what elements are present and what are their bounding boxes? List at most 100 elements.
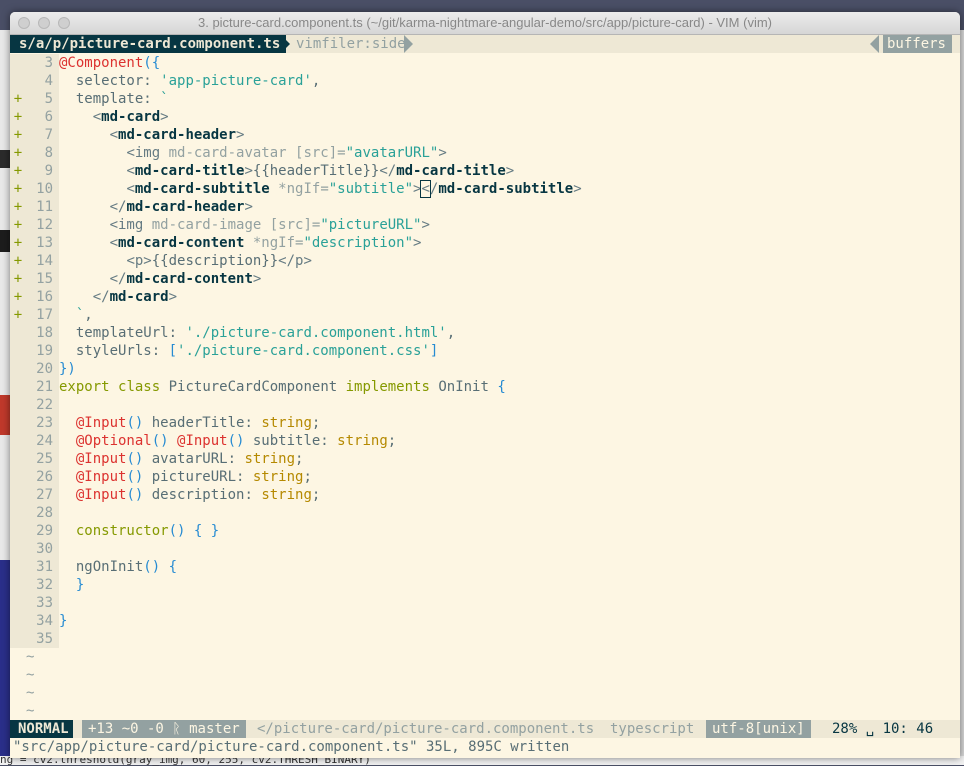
code-text[interactable]: <md-card>	[59, 108, 169, 126]
code-text[interactable]: </md-card-header>	[59, 198, 253, 216]
line-number: 34	[36, 613, 53, 629]
powerline-separator	[870, 35, 879, 53]
line-number: 27	[36, 487, 53, 503]
git-sign: +	[13, 307, 23, 323]
code-text[interactable]: selector: 'app-picture-card',	[59, 72, 320, 90]
code-text[interactable]: styleUrls: ['./picture-card.component.cs…	[59, 342, 438, 360]
line-number: 7	[44, 127, 53, 143]
code-line[interactable]: +9 <md-card-title>{{headerTitle}}</md-ca…	[10, 162, 960, 180]
code-line[interactable]: 3 @Component({	[10, 54, 960, 72]
git-sign: +	[13, 271, 23, 287]
git-sign: +	[13, 253, 23, 269]
code-line[interactable]: 4 selector: 'app-picture-card',	[10, 72, 960, 90]
line-number: 12	[36, 217, 53, 233]
line-number: 28	[36, 505, 53, 521]
code-line[interactable]: 21 export class PictureCardComponent impl…	[10, 378, 960, 396]
code-line[interactable]: +11 </md-card-header>	[10, 198, 960, 216]
code-text[interactable]: <p>{{description}}</p>	[59, 252, 311, 270]
code-line[interactable]: +5 template: `	[10, 90, 960, 108]
close-window-button[interactable]	[18, 17, 30, 29]
git-sign: +	[13, 181, 23, 197]
desktop-fragment	[0, 395, 10, 435]
code-text[interactable]: <img md-card-avatar [src]="avatarURL">	[59, 144, 446, 162]
code-text[interactable]: template: `	[59, 90, 169, 108]
code-line[interactable]: +16 </md-card>	[10, 288, 960, 306]
code-line[interactable]: 23 @Input() headerTitle: string;	[10, 414, 960, 432]
code-line[interactable]: 32 }	[10, 576, 960, 594]
code-line[interactable]: 25 @Input() avatarURL: string;	[10, 450, 960, 468]
code-line[interactable]: +6 <md-card>	[10, 108, 960, 126]
code-text[interactable]: `,	[59, 306, 93, 324]
git-sign: +	[13, 217, 23, 233]
code-editor[interactable]: 3 @Component({4 selector: 'app-picture-ca…	[10, 54, 960, 720]
code-text[interactable]: <md-card-subtitle *ngIf="subtitle"></md-…	[59, 180, 582, 198]
title-bar[interactable]: 3. picture-card.component.ts (~/git/karm…	[10, 12, 960, 35]
code-line[interactable]: 18 templateUrl: './picture-card.componen…	[10, 324, 960, 342]
git-sign: +	[13, 163, 23, 179]
line-number: 22	[36, 397, 53, 413]
code-line[interactable]: 26 @Input() pictureURL: string;	[10, 468, 960, 486]
code-text[interactable]: templateUrl: './picture-card.component.h…	[59, 324, 455, 342]
code-text[interactable]: }	[59, 612, 67, 630]
code-text[interactable]: <md-card-content *ngIf="description">	[59, 234, 422, 252]
zoom-window-button[interactable]	[58, 17, 70, 29]
line-number: 29	[36, 523, 53, 539]
line-number: 6	[44, 109, 53, 125]
code-text[interactable]: @Input() avatarURL: string;	[59, 450, 304, 468]
code-text[interactable]: </md-card>	[59, 288, 177, 306]
code-text[interactable]: @Optional() @Input() subtitle: string;	[59, 432, 396, 450]
code-line[interactable]: 20})	[10, 360, 960, 378]
code-line[interactable]: 33	[10, 594, 960, 612]
code-text[interactable]: <img md-card-image [src]="pictureURL">	[59, 216, 430, 234]
tab-active-file[interactable]: s/a/p/picture-card.component.ts	[10, 35, 287, 53]
line-number: 8	[44, 145, 53, 161]
code-text[interactable]: @Component({	[59, 54, 160, 72]
code-text[interactable]: @Input() description: string;	[59, 486, 320, 504]
code-line[interactable]: +12 <img md-card-image [src]="pictureURL…	[10, 216, 960, 234]
cursor-position: 28% ␣ 10: 46	[826, 720, 944, 738]
code-line[interactable]: 28	[10, 504, 960, 522]
code-text[interactable]: }	[59, 576, 84, 594]
code-line[interactable]: 27 @Input() description: string;	[10, 486, 960, 504]
code-text[interactable]: ngOnInit() {	[59, 558, 177, 576]
empty-buffer-line: ~	[26, 703, 35, 719]
code-line[interactable]: +17 `,	[10, 306, 960, 324]
git-sign: +	[13, 91, 23, 107]
code-line[interactable]: 19 styleUrls: ['./picture-card.component…	[10, 342, 960, 360]
line-number: 18	[36, 325, 53, 341]
code-line[interactable]: 29 constructor() { }	[10, 522, 960, 540]
tab-buffers[interactable]: buffers	[882, 35, 952, 53]
code-text[interactable]: @Input() headerTitle: string;	[59, 414, 320, 432]
vim-statusline: NORMAL +13 ~0 -0 ᚱ master </picture-card…	[10, 720, 960, 738]
code-line[interactable]: +8 <img md-card-avatar [src]="avatarURL"…	[10, 144, 960, 162]
code-line[interactable]: +14 <p>{{description}}</p>	[10, 252, 960, 270]
code-text[interactable]: constructor() { }	[59, 522, 219, 540]
command-line[interactable]: "src/app/picture-card/picture-card.compo…	[10, 738, 960, 758]
code-line[interactable]: 24 @Optional() @Input() subtitle: string…	[10, 432, 960, 450]
code-text[interactable]: </md-card-content>	[59, 270, 262, 288]
line-number: 5	[44, 91, 53, 107]
code-line[interactable]: 35	[10, 630, 960, 648]
code-text[interactable]: <md-card-header>	[59, 126, 245, 144]
line-number: 17	[36, 307, 53, 323]
line-number: 31	[36, 559, 53, 575]
code-line[interactable]: 31 ngOnInit() {	[10, 558, 960, 576]
line-number: 11	[36, 199, 53, 215]
code-text[interactable]: export class PictureCardComponent implem…	[59, 378, 506, 396]
code-text[interactable]: })	[59, 360, 76, 378]
code-line[interactable]: +10 <md-card-subtitle *ngIf="subtitle"><…	[10, 180, 960, 198]
minimize-window-button[interactable]	[38, 17, 50, 29]
file-path: </picture-card/picture-card.component.ts	[257, 721, 595, 737]
code-text[interactable]: @Input() pictureURL: string;	[59, 468, 312, 486]
code-line[interactable]: 34}	[10, 612, 960, 630]
code-line[interactable]: +13 <md-card-content *ngIf="description"…	[10, 234, 960, 252]
code-line[interactable]: +7 <md-card-header>	[10, 126, 960, 144]
code-line[interactable]: 30	[10, 540, 960, 558]
code-line[interactable]: +15 </md-card-content>	[10, 270, 960, 288]
line-number: 21	[36, 379, 53, 395]
line-number: 14	[36, 253, 53, 269]
code-line[interactable]: 22	[10, 396, 960, 414]
line-number: 13	[36, 235, 53, 251]
tab-vimfiler[interactable]: vimfiler:side	[292, 35, 410, 53]
code-text[interactable]: <md-card-title>{{headerTitle}}</md-card-…	[59, 162, 514, 180]
